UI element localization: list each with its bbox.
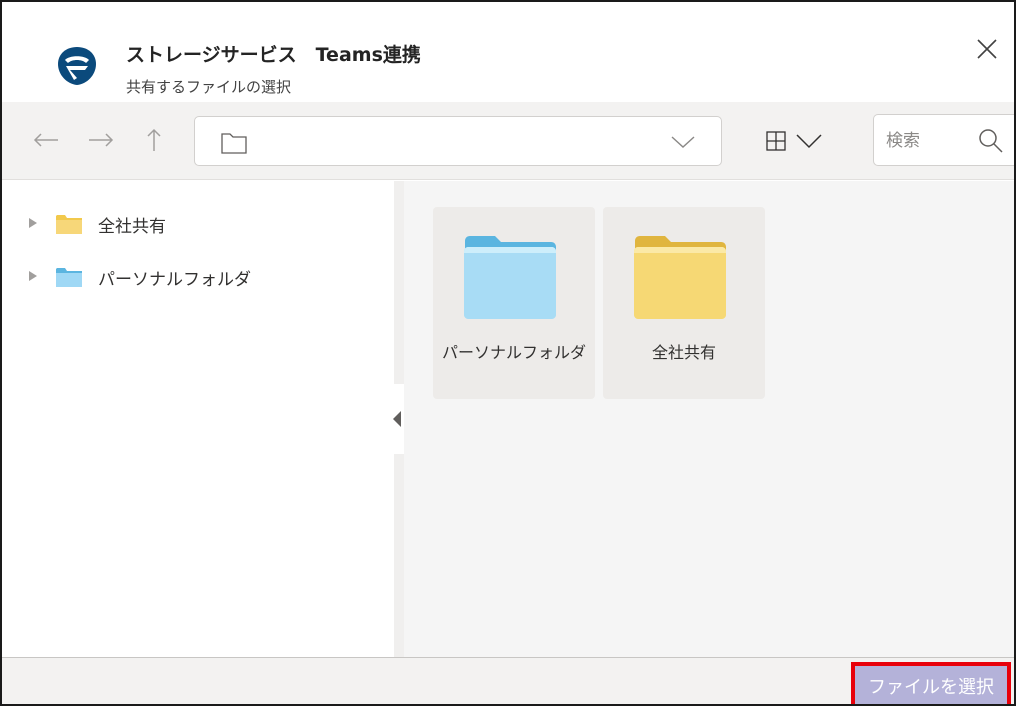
folder-icon	[56, 215, 82, 234]
tree-item-label: 全社共有	[98, 217, 166, 237]
folder-icon	[464, 236, 556, 319]
caret-right-icon[interactable]	[28, 270, 38, 282]
collapse-panel-button[interactable]	[390, 384, 404, 454]
toolbar	[2, 102, 1014, 180]
search-input[interactable]	[886, 128, 966, 154]
tree-item-label: パーソナルフォルダ	[98, 270, 251, 290]
folder-tile-company-shared[interactable]: 全社共有	[603, 207, 765, 399]
folder-icon	[634, 236, 726, 319]
folder-tree: 全社共有 パーソナルフォルダ	[2, 181, 394, 657]
arrow-up-icon	[147, 128, 161, 151]
folder-icon	[56, 268, 82, 287]
close-icon	[977, 39, 997, 59]
caret-left-icon	[393, 411, 401, 427]
dialog-subtitle: 共有するファイルの選択	[126, 78, 292, 96]
tile-label: パーソナルフォルダ	[441, 343, 586, 362]
chevron-down-icon	[796, 134, 822, 149]
folder-outline-icon	[221, 133, 247, 154]
arrow-left-icon	[33, 133, 58, 147]
folder-content-grid: パーソナルフォルダ 全社共有	[404, 181, 1014, 657]
grid-view-icon	[766, 131, 786, 151]
tree-item-company-shared[interactable]: 全社共有	[2, 203, 394, 243]
arrow-right-icon	[89, 133, 114, 147]
up-button[interactable]	[140, 126, 168, 154]
tree-item-personal-folder[interactable]: パーソナルフォルダ	[2, 256, 394, 296]
caret-right-icon[interactable]	[28, 217, 38, 229]
chevron-down-icon	[671, 136, 695, 148]
search-box	[873, 114, 1014, 166]
select-file-button[interactable]: ファイルを選択	[851, 662, 1011, 704]
view-mode-toggle[interactable]	[766, 126, 836, 156]
tile-label: 全社共有	[651, 343, 716, 362]
dialog-title: ストレージサービス Teams連携	[126, 44, 421, 66]
app-logo-icon	[48, 35, 106, 97]
close-button[interactable]	[972, 34, 1002, 64]
folder-tile-personal-folder[interactable]: パーソナルフォルダ	[433, 207, 595, 399]
forward-button[interactable]	[87, 126, 115, 154]
dialog-footer: ファイルを選択	[2, 657, 1014, 704]
back-button[interactable]	[32, 126, 60, 154]
dialog-header: ストレージサービス Teams連携 共有するファイルの選択	[2, 2, 1014, 102]
path-dropdown[interactable]	[194, 116, 722, 166]
search-icon[interactable]	[978, 128, 1004, 154]
file-picker-dialog: ストレージサービス Teams連携 共有するファイルの選択 検索 全社共有 パー…	[0, 0, 1016, 706]
